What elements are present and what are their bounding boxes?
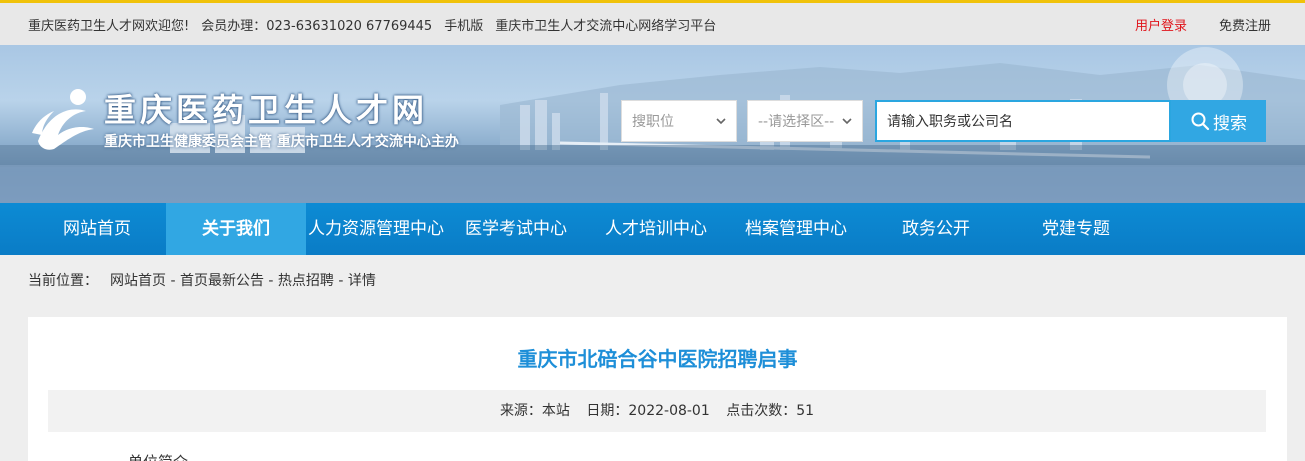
job-type-select-value: 搜职位	[632, 114, 674, 130]
nav-item-archives[interactable]: 档案管理中心	[726, 203, 866, 255]
article-section-heading: 单位简介	[128, 451, 188, 461]
nav-item-government[interactable]: 政务公开	[866, 203, 1006, 255]
article-date: 日期：2022-08-01	[586, 403, 710, 419]
area-select[interactable]: --请选择区--	[747, 100, 863, 142]
nav-item-medical-exam[interactable]: 医学考试中心	[446, 203, 586, 255]
search-icon	[1191, 112, 1210, 131]
article-click-count: 点击次数：51	[726, 403, 815, 419]
breadcrumb-separator: -	[166, 273, 180, 289]
breadcrumb-separator: -	[263, 273, 278, 289]
breadcrumb-hot-jobs[interactable]: 热点招聘	[278, 273, 334, 289]
welcome-text: 重庆医药卫生人才网欢迎您!	[28, 18, 190, 34]
job-type-select[interactable]: 搜职位	[621, 100, 737, 142]
login-link[interactable]: 用户登录	[1135, 15, 1187, 34]
top-bar: 重庆医药卫生人才网欢迎您! 会员办理：023-63631020 67769445…	[0, 0, 1305, 45]
search-button-label: 搜索	[1213, 113, 1247, 134]
breadcrumb-current: 详情	[347, 273, 376, 289]
nav-item-about[interactable]: 关于我们	[166, 203, 306, 255]
learning-platform-link[interactable]: 重庆市卫生人才交流中心网络学习平台	[495, 15, 716, 34]
search-button[interactable]: 搜索	[1171, 100, 1266, 142]
chevron-down-icon	[842, 118, 852, 125]
main-nav: 网站首页 关于我们 人力资源管理中心 医学考试中心 人才培训中心 档案管理中心 …	[0, 203, 1305, 255]
logo-title: 重庆医药卫生人才网	[104, 91, 429, 129]
logo-swoosh-icon	[32, 89, 94, 150]
breadcrumb-separator: -	[333, 273, 348, 289]
search-input[interactable]: 请输入职务或公司名	[875, 100, 1171, 142]
breadcrumb-announcements[interactable]: 首页最新公告	[180, 273, 264, 289]
nav-item-party[interactable]: 党建专题	[1006, 203, 1146, 255]
area-select-value: --请选择区--	[758, 114, 835, 130]
site-logo[interactable]: 重庆医药卫生人才网 重庆市卫生健康委员会主管 重庆市卫生人才交流中心主办	[28, 85, 459, 157]
nav-item-home[interactable]: 网站首页	[28, 203, 166, 255]
breadcrumb-label: 当前位置：	[28, 273, 98, 289]
logo-subtitle: 重庆市卫生健康委员会主管 重庆市卫生人才交流中心主办	[104, 134, 459, 150]
article-title: 重庆市北碚合谷中医院招聘启事	[517, 347, 798, 371]
breadcrumb-home[interactable]: 网站首页	[110, 273, 166, 289]
article-meta: 来源：本站 日期：2022-08-01 点击次数：51	[48, 390, 1266, 432]
chevron-down-icon	[716, 118, 726, 125]
job-search-bar: 搜职位 --请选择区-- 请输入职务或公司名 搜索	[621, 100, 1266, 142]
search-input-placeholder: 请输入职务或公司名	[887, 114, 1013, 130]
member-hotline: 会员办理：023-63631020 67769445	[201, 18, 433, 34]
nav-item-hr-center[interactable]: 人力资源管理中心	[306, 203, 446, 255]
top-bar-right: 用户登录 免费注册	[1135, 3, 1271, 45]
article-card: 重庆市北碚合谷中医院招聘启事 来源：本站 日期：2022-08-01 点击次数：…	[28, 317, 1287, 461]
article-source: 来源：本站	[499, 403, 570, 419]
nav-item-training[interactable]: 人才培训中心	[586, 203, 726, 255]
header-banner: 重庆医药卫生人才网 重庆市卫生健康委员会主管 重庆市卫生人才交流中心主办 搜职位…	[0, 45, 1305, 203]
breadcrumb: 当前位置： 网站首页 - 首页最新公告 - 热点招聘 - 详情	[28, 270, 376, 290]
top-bar-left: 重庆医药卫生人才网欢迎您! 会员办理：023-63631020 67769445…	[28, 3, 728, 45]
mobile-link[interactable]: 手机版	[444, 15, 483, 34]
register-link[interactable]: 免费注册	[1219, 15, 1271, 34]
